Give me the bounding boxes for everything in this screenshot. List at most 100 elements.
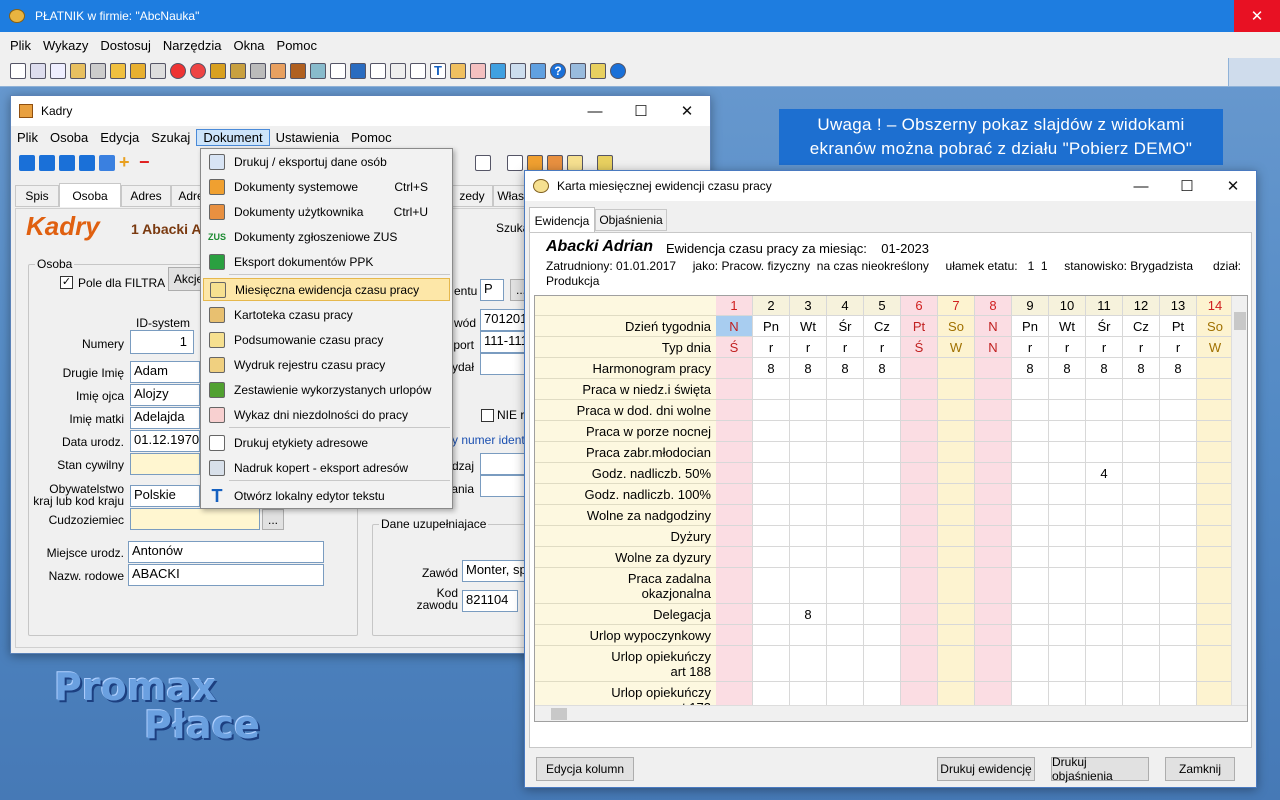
grid-cell[interactable] <box>938 484 975 505</box>
grid-cell[interactable]: r <box>1049 337 1086 358</box>
menu-wykazy[interactable]: Wykazy <box>37 38 94 53</box>
first-record-icon[interactable] <box>19 155 35 171</box>
paszport-field[interactable]: 111-111 <box>480 331 530 353</box>
user-doc-toolbar-icon[interactable] <box>547 155 563 171</box>
next-record-icon[interactable] <box>59 155 75 171</box>
grid-cell[interactable] <box>753 505 790 526</box>
grid-cell[interactable] <box>975 625 1012 646</box>
doc-list-icon[interactable] <box>507 155 523 171</box>
grid-cell[interactable] <box>975 604 1012 625</box>
grid-cell[interactable] <box>975 526 1012 547</box>
stan-cywilny-field[interactable] <box>130 453 200 475</box>
dropdown-item-3[interactable]: ZUS Dokumenty zgłoszeniowe ZUS <box>203 225 450 248</box>
grid-cell[interactable] <box>864 604 901 625</box>
kod-zawodu-field[interactable]: 821104 <box>462 590 518 612</box>
grid-cell[interactable]: 4 <box>1086 463 1123 484</box>
grid-cell[interactable]: 8 <box>753 358 790 379</box>
grid-cell[interactable]: W <box>1197 337 1234 358</box>
grid-horizontal-thumb[interactable] <box>551 708 567 720</box>
grid-cell[interactable] <box>753 400 790 421</box>
cudzoziemiec-picker-button[interactable]: ... <box>262 509 284 530</box>
kadry-menu-pomoc[interactable]: Pomoc <box>345 130 397 145</box>
refresh-icon[interactable] <box>99 155 115 171</box>
grid-cell[interactable] <box>1012 379 1049 400</box>
grid-cell[interactable]: 8 <box>790 604 827 625</box>
filter-checkbox[interactable]: ✓ <box>60 276 73 289</box>
grid-cell[interactable] <box>975 646 1012 682</box>
menu-dostosuj[interactable]: Dostosuj <box>94 38 157 53</box>
menu-pomoc[interactable]: Pomoc <box>271 38 323 53</box>
dropdown-item-0[interactable]: Drukuj / eksportuj dane osób <box>203 150 450 173</box>
grid-cell[interactable] <box>1160 463 1197 484</box>
nie-re-checkbox[interactable] <box>481 409 494 422</box>
drugie-imie-field[interactable]: Adam <box>130 361 200 383</box>
grid-cell[interactable] <box>901 604 938 625</box>
imie-ojca-field[interactable]: Alojzy <box>130 384 200 406</box>
grid-cell[interactable] <box>938 358 975 379</box>
karta-close-button[interactable]: ✕ <box>1210 171 1256 201</box>
grid-cell[interactable]: r <box>790 337 827 358</box>
grid-cell[interactable] <box>975 442 1012 463</box>
grid-cell[interactable] <box>827 604 864 625</box>
grid-cell[interactable] <box>827 442 864 463</box>
grid-cell[interactable] <box>790 484 827 505</box>
grid-cell[interactable] <box>864 547 901 568</box>
grid-cell[interactable] <box>1160 379 1197 400</box>
grid-dots-icon[interactable] <box>310 63 326 79</box>
grid-cell[interactable] <box>753 484 790 505</box>
dowod-field[interactable]: 701201 <box>480 309 530 331</box>
dropdown-item-4[interactable]: Eksport dokumentów PPK <box>203 250 450 273</box>
cudzoziemiec-field[interactable] <box>130 508 260 530</box>
grid-cell[interactable] <box>1012 442 1049 463</box>
kadry-menu-osoba[interactable]: Osoba <box>44 130 94 145</box>
grid-cell[interactable] <box>1123 421 1160 442</box>
grid-cell[interactable] <box>901 505 938 526</box>
grid-cell[interactable] <box>716 442 753 463</box>
bank-icon[interactable] <box>210 63 226 79</box>
grid-cell[interactable] <box>938 505 975 526</box>
obywatelstwo-field[interactable]: Polskie <box>130 485 200 507</box>
grid-cell[interactable] <box>864 526 901 547</box>
grid-vertical-scrollbar[interactable] <box>1231 296 1247 706</box>
numery-field[interactable]: 1 <box>130 330 194 354</box>
last-record-icon[interactable] <box>79 155 95 171</box>
grid-horizontal-scrollbar[interactable] <box>535 705 1247 721</box>
day-header[interactable]: 2 <box>753 296 790 316</box>
tab-spis[interactable]: Spis <box>15 185 59 207</box>
grid-cell[interactable] <box>1086 568 1123 604</box>
grid-cell[interactable] <box>1049 526 1086 547</box>
grid-cell[interactable] <box>938 463 975 484</box>
grid-cell[interactable] <box>975 568 1012 604</box>
grid-cell[interactable]: So <box>938 316 975 337</box>
grid-cell[interactable] <box>1123 625 1160 646</box>
grid-cell[interactable] <box>938 547 975 568</box>
usb-icon[interactable] <box>590 63 606 79</box>
grid-cell[interactable] <box>827 547 864 568</box>
numer-identyf-link[interactable]: y numer identyf <box>452 433 534 447</box>
calendar-31-icon[interactable] <box>390 63 406 79</box>
grid-cell[interactable] <box>1086 547 1123 568</box>
clock-toolbar-icon[interactable] <box>567 155 583 171</box>
grid-cell[interactable]: r <box>1086 337 1123 358</box>
grid-cell[interactable] <box>938 646 975 682</box>
grid-cell[interactable] <box>1197 646 1234 682</box>
grid-cell[interactable]: Pt <box>901 316 938 337</box>
grid-cell[interactable] <box>864 442 901 463</box>
grid-cell[interactable] <box>938 400 975 421</box>
delete-red-icon[interactable] <box>190 63 206 79</box>
menu-narzedzia[interactable]: Narzędzia <box>157 38 228 53</box>
grid-cell[interactable] <box>938 568 975 604</box>
grid-cell[interactable] <box>864 625 901 646</box>
dropdown-item-11[interactable]: Drukuj etykiety adresowe <box>203 431 450 454</box>
grid-cell[interactable] <box>901 646 938 682</box>
grid-cell[interactable] <box>1012 526 1049 547</box>
zamknij-button[interactable]: Zamknij <box>1165 757 1235 781</box>
grid-cell[interactable] <box>864 379 901 400</box>
grid-cell[interactable] <box>1160 646 1197 682</box>
grid-cell[interactable] <box>1160 505 1197 526</box>
kadry-menu-plik[interactable]: Plik <box>11 130 44 145</box>
grid-cell[interactable] <box>1123 505 1160 526</box>
tab-objasnienia[interactable]: Objaśnienia <box>595 209 667 231</box>
grid-cell[interactable] <box>1012 463 1049 484</box>
grid-cell[interactable] <box>1160 442 1197 463</box>
